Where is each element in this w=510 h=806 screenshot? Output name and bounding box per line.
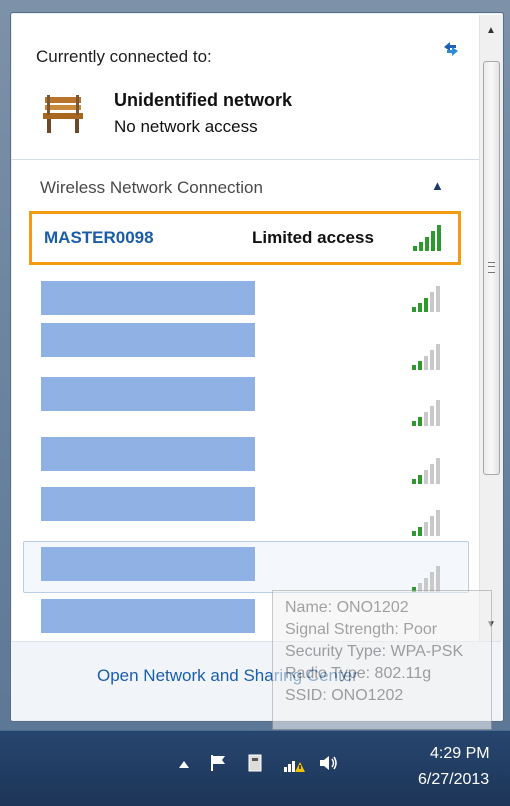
scrollbar[interactable]: ▲ ▼ [479, 15, 502, 641]
network-item[interactable] [41, 487, 255, 521]
tooltip-security: Security Type: WPA-PSK [285, 643, 464, 660]
flyout-content: Currently connected to: Unidentified net… [11, 13, 479, 641]
network-tooltip: Name: ONO1202 Signal Strength: Poor Secu… [272, 590, 492, 730]
network-item-selected[interactable]: MASTER0098 Limited access [29, 211, 461, 265]
network-item[interactable] [41, 437, 255, 471]
refresh-icon[interactable] [441, 39, 461, 59]
section-divider [11, 159, 479, 160]
chevron-up-icon[interactable]: ▲ [431, 178, 444, 193]
action-center-flag-icon[interactable] [208, 753, 228, 773]
tooltip-radio: Radio Type: 802.11g [285, 665, 432, 682]
tooltip-name: Name: ONO1202 [285, 599, 409, 616]
tooltip-signal: Signal Strength: Poor [285, 621, 438, 638]
signal-strength-full-icon [413, 225, 441, 251]
clock-time[interactable]: 4:29 PM [430, 745, 490, 763]
bench-network-icon [43, 95, 83, 133]
signal-strength-icon [412, 344, 440, 370]
signal-strength-icon [412, 400, 440, 426]
current-network-status: No network access [114, 117, 258, 136]
network-item[interactable] [41, 599, 255, 633]
network-access-status: Limited access [252, 228, 374, 247]
power-plug-icon[interactable] [245, 753, 265, 773]
signal-strength-icon [412, 510, 440, 536]
connected-label: Currently connected to: [36, 47, 212, 66]
clock-date[interactable]: 6/27/2013 [418, 771, 489, 789]
scroll-up-arrow-icon[interactable]: ▲ [482, 21, 500, 39]
network-item[interactable] [41, 281, 255, 315]
scrollbar-thumb[interactable] [483, 61, 500, 475]
network-item[interactable] [41, 323, 255, 357]
section-title: Wireless Network Connection [40, 178, 263, 197]
signal-strength-icon [412, 566, 440, 592]
signal-strength-icon [412, 286, 440, 312]
volume-speaker-icon[interactable] [318, 753, 340, 773]
tooltip-ssid: SSID: ONO1202 [285, 687, 404, 704]
scrollbar-grip-icon [488, 262, 495, 273]
network-warning-icon[interactable] [283, 753, 305, 773]
signal-strength-icon [412, 458, 440, 484]
current-network-name: Unidentified network [114, 90, 293, 110]
network-item[interactable] [41, 547, 255, 581]
taskbar: 4:29 PM 6/27/2013 [0, 730, 510, 806]
show-hidden-icons-icon[interactable] [178, 759, 190, 769]
network-ssid: MASTER0098 [44, 228, 154, 247]
flyout-frame: Currently connected to: Unidentified net… [0, 0, 510, 730]
network-item[interactable] [41, 377, 255, 411]
